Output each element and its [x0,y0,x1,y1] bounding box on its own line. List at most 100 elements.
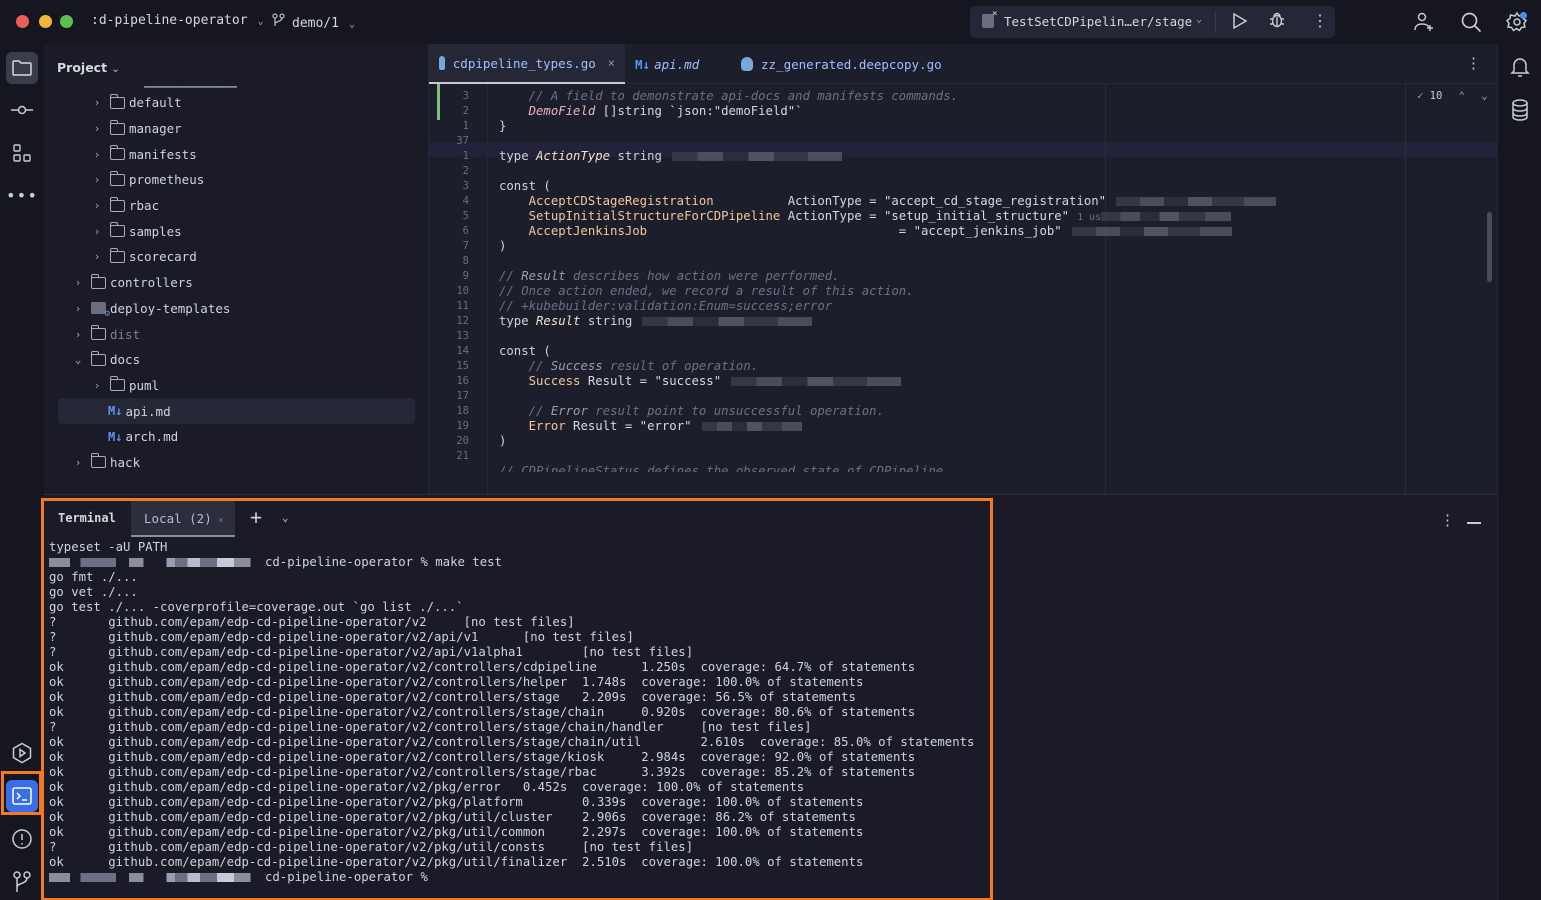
project-view-selector[interactable]: Project ⌄ [57,60,120,75]
tab-label: zz_generated.deepcopy.go [761,56,942,72]
terminal-line: go fmt ./... [49,570,138,584]
tab-api-md[interactable]: M↓ api.md [625,44,709,84]
line-number: 13 [456,330,469,342]
line-number: 20 [456,435,469,447]
close-window-button[interactable] [16,15,29,28]
notifications-icon[interactable] [1510,56,1530,82]
tree-item-docs[interactable]: ⌄ docs [44,347,428,373]
more-actions-icon[interactable]: ⋮ [1312,11,1328,30]
next-highlight-icon[interactable]: ⌄ [1481,90,1487,102]
bug-icon [1270,12,1284,28]
tree-item-arch-md[interactable]: M↓ arch.md [44,424,428,450]
redacted-inlay [701,422,802,431]
redacted-inlay [671,152,842,161]
terminal-line: cd-pipeline-operator % [49,870,974,885]
commit-icon [11,105,33,115]
problems-tool-button[interactable] [6,823,38,855]
line-number: 14 [456,345,469,357]
services-icon [12,742,32,764]
vertical-scrollbar[interactable] [1487,212,1492,282]
chevron-right-icon[interactable]: › [90,199,104,212]
line-number: 5 [462,210,469,222]
chevron-right-icon[interactable]: › [71,328,85,341]
commit-tool-button[interactable] [6,94,38,126]
chevron-right-icon[interactable]: › [90,148,104,161]
tab-cdpipeline-types[interactable]: cdpipeline_types.go × [429,44,625,84]
right-tool-strip [1497,44,1541,900]
more-tabs-icon[interactable]: ⋮ [1466,54,1481,72]
new-terminal-icon[interactable]: + [250,505,262,529]
services-tool-button[interactable] [6,737,38,769]
add-user-icon[interactable] [1413,11,1435,33]
chevron-right-icon[interactable]: › [71,276,85,289]
minimize-window-button[interactable] [39,15,52,28]
close-icon[interactable]: × [218,515,224,526]
run-button[interactable] [1232,12,1248,34]
project-selector[interactable]: :d-pipeline-operator ⌄ [91,13,264,28]
run-config-selector[interactable]: TestSetCDPipelin…er/stage [1004,14,1192,29]
terminal-line: ? github.com/epam/edp-cd-pipeline-operat… [49,615,575,629]
chevron-right-icon[interactable]: › [71,302,85,315]
line-number: 3 [462,90,469,102]
inspection-widget[interactable]: ✓ 10 ⌃ ⌄ [1417,90,1488,102]
tree-item-api-md[interactable]: M↓ api.md [58,398,415,424]
tab-label: api.md [654,56,700,72]
minimize-icon[interactable] [1467,522,1481,524]
close-icon[interactable]: × [608,56,615,70]
chevron-right-icon[interactable]: › [90,122,104,135]
branch-selector[interactable]: demo/1 ⌄ [272,13,355,31]
terminal-line: ? github.com/epam/edp-cd-pipeline-operat… [49,720,812,734]
folder-icon [109,119,125,135]
database-icon[interactable] [1510,99,1530,125]
terminal-button-highlight [1,771,42,815]
terminal-tab-local-2[interactable]: Local (2) × [131,501,235,537]
chevron-right-icon[interactable]: › [90,173,104,186]
redacted-prompt [49,558,259,567]
project-tool-button[interactable] [6,52,38,84]
code-content[interactable]: // A field to demonstrate api-docs and m… [499,89,1277,472]
structure-tool-button[interactable] [6,137,38,169]
search-icon[interactable] [1460,11,1482,33]
tree-item-prometheus[interactable]: › prometheus [44,167,428,193]
tree-item-deploy-templates[interactable]: ›deploy-templates [44,296,428,322]
code-line: type ActionType string [499,149,1276,164]
project-name: :d-pipeline-operator [91,13,248,28]
debug-button[interactable] [1268,11,1286,33]
tree-item-dist[interactable]: › dist [44,321,428,347]
chevron-right-icon[interactable]: › [90,96,104,109]
terminal-header: Terminal Local (2) × + ⌄ ⋮ [44,501,1497,537]
maximize-window-button[interactable] [60,15,73,28]
chevron-right-icon[interactable]: › [71,456,85,469]
tree-item-manager[interactable]: › manager [44,116,428,142]
tree-item-default[interactable]: › default [44,90,428,116]
tree-item-samples[interactable]: › samples [44,218,428,244]
folder-icon [90,350,106,366]
tree-item-controllers[interactable]: › controllers [44,270,428,296]
tree-item-hack[interactable]: › hack [44,450,428,476]
editor-tabs: cdpipeline_types.go × M↓ api.md zz_gener… [429,44,1497,84]
chevron-down-icon[interactable]: ⌄ [282,511,289,524]
tree-item-scorecard[interactable]: › scorecard [44,244,428,270]
more-tools-icon[interactable]: ••• [6,179,38,211]
chevron-down-icon: ⌄ [348,19,355,30]
tree-item-rbac[interactable]: › rbac [44,193,428,219]
chevron-right-icon[interactable]: › [90,250,104,263]
terminal-output[interactable]: typeset -aU PATH cd-pipeline-operator % m… [49,540,974,885]
more-options-icon[interactable]: ⋮ [1440,511,1455,529]
chevron-down-icon[interactable]: ⌄ [71,353,85,366]
chevron-right-icon[interactable]: › [90,379,104,392]
inspection-count: 10 [1429,90,1443,102]
line-number: 11 [456,300,469,312]
previous-highlight-icon[interactable]: ⌃ [1459,90,1465,102]
tab-zz-generated-deepcopy[interactable]: zz_generated.deepcopy.go [731,44,952,84]
tree-item-puml[interactable]: › puml [44,373,428,399]
chevron-down-icon[interactable]: ⌄ [1196,14,1202,25]
tree-item-manifests[interactable]: › manifests [44,141,428,167]
chevron-right-icon[interactable]: › [90,225,104,238]
settings-update-badge [1520,12,1527,19]
git-tool-button[interactable] [6,866,38,898]
run-configuration-widget: × TestSetCDPipelin…er/stage ⌄ ⋮ [970,6,1335,38]
folder-icon [90,453,106,469]
folder-icon [109,222,125,238]
